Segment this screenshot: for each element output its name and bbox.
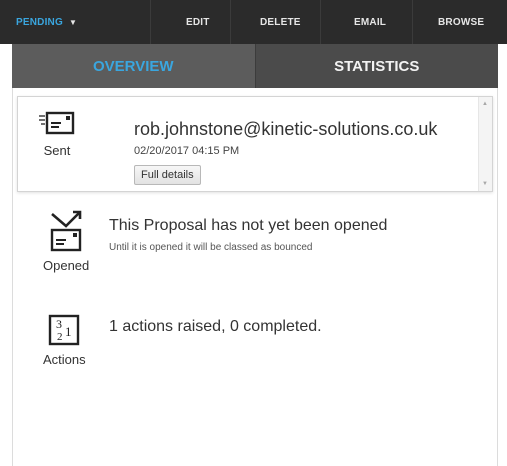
tab-statistics[interactable]: STATISTICS <box>254 44 499 88</box>
opened-label: Opened <box>43 258 90 273</box>
opened-subtitle: Until it is opened it will be classed as… <box>109 242 313 253</box>
overview-panel: Sent rob.johnstone@kinetic-solutions.co.… <box>12 88 498 466</box>
svg-text:3: 3 <box>56 317 62 331</box>
actions-label: Actions <box>43 352 86 367</box>
toolbar-divider <box>150 0 151 44</box>
opened-status: Opened <box>43 210 89 273</box>
full-details-button[interactable]: Full details <box>134 165 201 185</box>
actions-count-icon: 3 1 2 <box>49 314 80 346</box>
toolbar-divider <box>230 0 231 44</box>
edit-button[interactable]: EDIT <box>186 0 210 44</box>
toolbar-divider <box>320 0 321 44</box>
pending-dropdown[interactable]: PENDING ▼ <box>16 0 77 44</box>
sent-section: Sent rob.johnstone@kinetic-solutions.co.… <box>17 96 493 192</box>
actions-summary: 1 actions raised, 0 completed. <box>109 318 322 335</box>
delete-button[interactable]: DELETE <box>260 0 301 44</box>
svg-text:2: 2 <box>57 331 63 343</box>
recipient-email: rob.johnstone@kinetic-solutions.co.uk <box>134 119 438 139</box>
toolbar: PENDING ▼ EDIT DELETE EMAIL BROWSE <box>0 0 507 44</box>
caret-down-icon: ▼ <box>68 17 78 27</box>
browse-button[interactable]: BROWSE <box>438 0 484 44</box>
tab-bar: OVERVIEW STATISTICS <box>12 44 498 88</box>
sent-datetime: 02/20/2017 04:15 PM <box>134 145 240 157</box>
actions-status: 3 1 2 Actions <box>43 314 86 367</box>
opened-title: This Proposal has not yet been opened <box>109 217 388 234</box>
sent-scrollbar[interactable]: ▲ ▼ <box>478 97 492 191</box>
svg-text:1: 1 <box>65 324 72 339</box>
scroll-down-icon[interactable]: ▼ <box>482 181 488 187</box>
sent-label: Sent <box>43 143 71 158</box>
scroll-up-icon[interactable]: ▲ <box>482 101 488 107</box>
envelope-open-icon <box>50 210 82 252</box>
toolbar-divider <box>412 0 413 44</box>
sent-status: Sent <box>38 111 76 158</box>
tab-overview[interactable]: OVERVIEW <box>12 44 255 88</box>
envelope-sent-icon <box>39 111 75 135</box>
pending-label: PENDING <box>16 16 63 28</box>
email-button[interactable]: EMAIL <box>354 0 386 44</box>
